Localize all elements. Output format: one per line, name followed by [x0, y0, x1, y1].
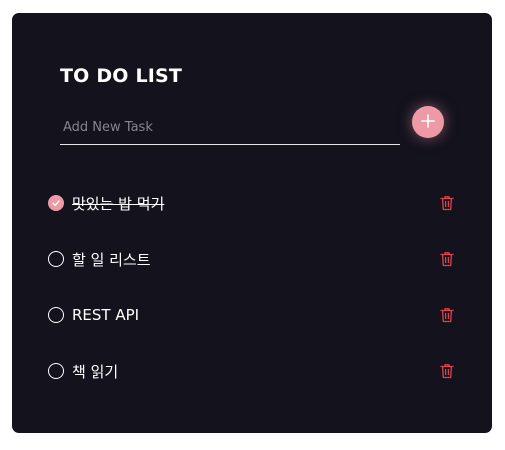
todo-item: 할 일 리스트	[48, 231, 468, 287]
todo-text: 맛있는 밥 먹기	[72, 194, 165, 213]
delete-task-button[interactable]	[438, 306, 456, 324]
todo-checkbox[interactable]	[48, 307, 64, 323]
check-icon	[52, 200, 60, 206]
page-title: TO DO LIST	[60, 65, 183, 87]
delete-task-button[interactable]	[438, 194, 456, 212]
todo-list: 맛있는 밥 먹기 할 일 리스트 REST API 책 읽기	[48, 175, 468, 399]
todo-text: 책 읽기	[72, 362, 119, 381]
todo-checkbox[interactable]	[48, 251, 64, 267]
todo-text: 할 일 리스트	[72, 250, 151, 269]
todo-checkbox[interactable]	[48, 363, 64, 379]
todo-item: 맛있는 밥 먹기	[48, 175, 468, 231]
trash-icon	[440, 308, 454, 323]
todo-item: REST API	[48, 287, 468, 343]
todo-text: REST API	[72, 306, 140, 324]
todo-checkbox[interactable]	[48, 195, 64, 211]
trash-icon	[440, 252, 454, 267]
delete-task-button[interactable]	[438, 362, 456, 380]
add-task-button[interactable]	[412, 106, 444, 138]
todo-item: 책 읽기	[48, 343, 468, 399]
todo-card: TO DO LIST 맛있는 밥 먹기	[12, 13, 492, 433]
plus-icon	[421, 113, 435, 131]
new-task-input[interactable]	[60, 111, 400, 145]
delete-task-button[interactable]	[438, 250, 456, 268]
trash-icon	[440, 364, 454, 379]
trash-icon	[440, 196, 454, 211]
